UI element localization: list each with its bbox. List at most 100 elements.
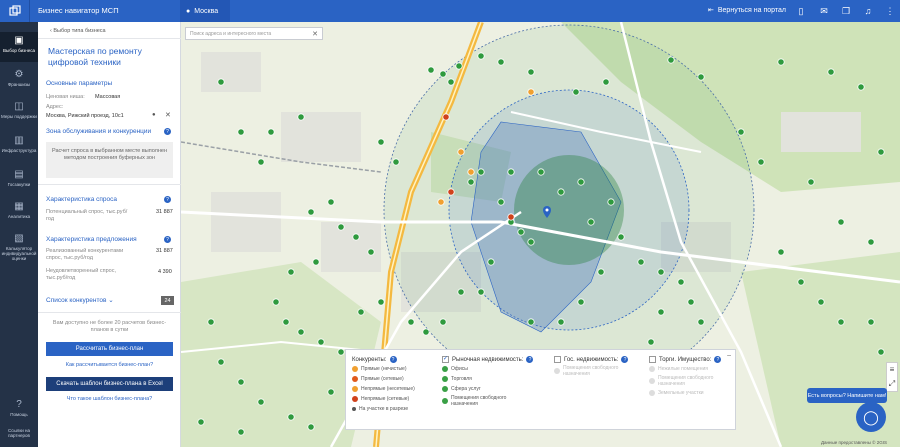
legend-close-icon[interactable]: – bbox=[727, 352, 731, 359]
nav-item-infrastructure[interactable]: ▥ Инфраструктура bbox=[0, 136, 38, 154]
property-marker[interactable] bbox=[317, 338, 325, 346]
property-marker[interactable] bbox=[572, 88, 580, 96]
property-marker[interactable] bbox=[817, 298, 825, 306]
property-marker[interactable] bbox=[337, 348, 345, 356]
property-marker[interactable] bbox=[487, 258, 495, 266]
property-marker[interactable] bbox=[577, 178, 585, 186]
property-marker[interactable] bbox=[267, 128, 275, 136]
property-marker[interactable] bbox=[497, 198, 505, 206]
nav-item-support[interactable]: ◫ Меры поддержки bbox=[0, 102, 38, 120]
nav-item-franchise[interactable]: ⚙ Франшизы bbox=[0, 70, 38, 88]
property-marker[interactable] bbox=[367, 248, 375, 256]
layers-control[interactable]: ≡ ⤢ bbox=[886, 362, 898, 392]
legend-item[interactable]: Непрямые (сетевые) bbox=[352, 394, 415, 404]
property-marker[interactable] bbox=[857, 83, 865, 91]
mobile-icon[interactable]: ▯ bbox=[795, 5, 807, 17]
property-marker[interactable] bbox=[439, 318, 447, 326]
property-marker[interactable] bbox=[377, 298, 385, 306]
property-marker[interactable] bbox=[422, 328, 430, 336]
property-marker[interactable] bbox=[497, 58, 505, 66]
property-marker[interactable] bbox=[867, 318, 875, 326]
property-marker[interactable] bbox=[237, 128, 245, 136]
property-marker[interactable] bbox=[797, 278, 805, 286]
property-marker[interactable] bbox=[527, 318, 535, 326]
demand-help-icon[interactable]: ? bbox=[164, 196, 171, 203]
property-marker[interactable] bbox=[287, 413, 295, 421]
legend-item[interactable]: Земельные участки bbox=[649, 388, 722, 398]
nav-item-business[interactable]: ▣ Выбор бизнеса bbox=[0, 32, 38, 62]
legend-competitors-header[interactable]: Конкуренты:? bbox=[352, 355, 415, 364]
property-marker[interactable] bbox=[657, 268, 665, 276]
property-marker[interactable] bbox=[327, 198, 335, 206]
property-marker[interactable] bbox=[647, 338, 655, 346]
property-marker[interactable] bbox=[477, 288, 485, 296]
property-marker[interactable] bbox=[457, 288, 465, 296]
property-marker[interactable] bbox=[272, 298, 280, 306]
property-marker[interactable] bbox=[557, 188, 565, 196]
map-pin-icon[interactable]: ● bbox=[152, 112, 156, 118]
property-marker[interactable] bbox=[637, 258, 645, 266]
what-template-link[interactable]: Что такое шаблон бизнес-плана? bbox=[46, 396, 173, 402]
supply-help-icon[interactable]: ? bbox=[164, 236, 171, 243]
property-marker[interactable] bbox=[697, 73, 705, 81]
property-marker[interactable] bbox=[257, 158, 265, 166]
property-marker[interactable] bbox=[557, 318, 565, 326]
property-marker[interactable] bbox=[597, 268, 605, 276]
competitor-marker[interactable] bbox=[442, 113, 450, 121]
nav-item-help[interactable]: ? Помощь bbox=[0, 400, 38, 418]
property-marker[interactable] bbox=[537, 168, 545, 176]
help-icon[interactable]: ? bbox=[714, 356, 722, 363]
property-marker[interactable] bbox=[455, 62, 463, 70]
map-search-input[interactable]: Поиск адреса и интересного места ✕ bbox=[185, 27, 323, 40]
property-marker[interactable] bbox=[777, 58, 785, 66]
property-marker[interactable] bbox=[527, 68, 535, 76]
property-marker[interactable] bbox=[617, 233, 625, 241]
download-template-button[interactable]: Скачать шаблон бизнес-плана в Excel bbox=[46, 377, 173, 391]
legend-gov-header[interactable]: Гос. недвижимость:? bbox=[554, 355, 629, 364]
menu-icon[interactable]: ⋮ bbox=[884, 5, 896, 17]
calculate-plan-button[interactable]: Рассчитать бизнес-план bbox=[46, 342, 173, 356]
property-marker[interactable] bbox=[687, 298, 695, 306]
property-marker[interactable] bbox=[507, 168, 515, 176]
property-marker[interactable] bbox=[327, 388, 335, 396]
legend-item[interactable]: Помещения свободного назначения bbox=[554, 364, 628, 378]
chat-bubble-icon[interactable]: ◯ bbox=[856, 402, 886, 432]
property-marker[interactable] bbox=[517, 228, 525, 236]
legend-item[interactable]: Офисы bbox=[442, 364, 533, 374]
property-marker[interactable] bbox=[837, 318, 845, 326]
property-marker[interactable] bbox=[757, 158, 765, 166]
help-icon[interactable]: ? bbox=[389, 356, 397, 363]
back-to-portal-link[interactable]: ⇤ Вернуться на портал bbox=[708, 6, 786, 15]
property-marker[interactable] bbox=[352, 233, 360, 241]
property-marker[interactable] bbox=[577, 298, 585, 306]
property-marker[interactable] bbox=[377, 138, 385, 146]
legend-item[interactable]: Помещения свободного назначения bbox=[442, 394, 533, 408]
legend-item[interactable]: Прямые (нечистые) bbox=[352, 364, 415, 374]
property-marker[interactable] bbox=[257, 398, 265, 406]
nav-item-partners[interactable]: Ссылки на партнеров bbox=[0, 428, 38, 438]
nav-item-analytics[interactable]: ▦ Аналитика bbox=[0, 202, 38, 220]
competitor-marker[interactable] bbox=[507, 213, 515, 221]
property-marker[interactable] bbox=[312, 258, 320, 266]
competitor-marker[interactable] bbox=[447, 188, 455, 196]
property-marker[interactable] bbox=[282, 318, 290, 326]
property-marker[interactable] bbox=[657, 308, 665, 316]
property-marker[interactable] bbox=[677, 278, 685, 286]
mail-icon[interactable]: ✉ bbox=[818, 5, 830, 17]
property-marker[interactable] bbox=[667, 56, 675, 64]
breadcrumb[interactable]: ‹ Выбор типа бизнеса bbox=[50, 28, 106, 34]
close-icon[interactable]: ✕ bbox=[312, 30, 318, 38]
property-marker[interactable] bbox=[467, 178, 475, 186]
property-marker[interactable] bbox=[607, 198, 615, 206]
property-marker[interactable] bbox=[737, 128, 745, 136]
property-marker[interactable] bbox=[237, 378, 245, 386]
map-view[interactable]: Поиск адреса и интересного места ✕ Конку… bbox=[181, 22, 900, 447]
nav-item-procurement[interactable]: ▤ Госзакупки bbox=[0, 170, 38, 188]
property-marker[interactable] bbox=[867, 238, 875, 246]
legend-item[interactable]: Помещения свободного назначения bbox=[649, 374, 722, 388]
zone-help-icon[interactable]: ? bbox=[164, 128, 171, 135]
property-marker[interactable] bbox=[477, 52, 485, 60]
checkbox-unchecked-icon[interactable] bbox=[649, 356, 656, 363]
legend-item[interactable]: На участке в разрезе bbox=[352, 404, 415, 414]
legend-item[interactable]: Сфера услуг bbox=[442, 384, 533, 394]
